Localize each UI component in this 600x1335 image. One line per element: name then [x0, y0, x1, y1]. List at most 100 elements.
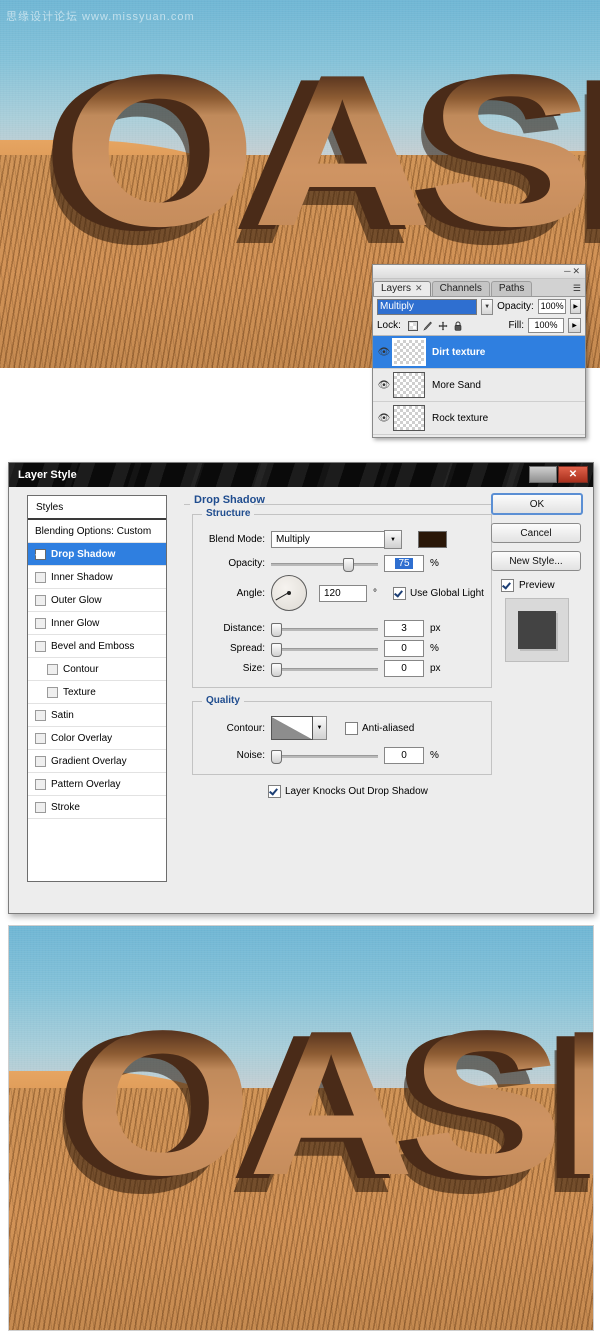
- distance-input[interactable]: 3: [384, 620, 424, 637]
- close-button[interactable]: ✕: [558, 466, 588, 483]
- layer-row-dirt-texture[interactable]: 👁 Dirt texture: [373, 336, 585, 369]
- style-item-stroke[interactable]: Stroke: [28, 796, 166, 819]
- checkbox-icon[interactable]: [35, 549, 46, 560]
- cancel-button[interactable]: Cancel: [491, 523, 581, 543]
- layers-panel-titlebar[interactable]: ─✕: [373, 265, 585, 279]
- tab-layers[interactable]: Layers✕: [373, 281, 431, 296]
- checkbox-icon[interactable]: [35, 733, 46, 744]
- dialog-title: Layer Style: [18, 469, 77, 481]
- checkbox-icon[interactable]: [268, 785, 281, 798]
- minimize-button[interactable]: [529, 466, 557, 483]
- noise-label: Noise:: [199, 750, 265, 761]
- layer-thumbnail[interactable]: [393, 339, 425, 365]
- chevron-down-icon[interactable]: ▼: [481, 299, 493, 315]
- style-item-label: Drop Shadow: [51, 549, 115, 560]
- blend-mode-row[interactable]: Multiply ▼ Opacity: 100% ▶: [373, 297, 585, 316]
- contour-picker[interactable]: ▼: [271, 716, 327, 740]
- eye-icon[interactable]: 👁: [375, 380, 393, 391]
- lock-image-pixels-icon[interactable]: [423, 321, 433, 331]
- layers-panel-tabs[interactable]: Layers✕ Channels Paths ☰: [373, 279, 585, 297]
- eye-icon[interactable]: 👁: [375, 413, 393, 424]
- lock-transparent-pixels-icon[interactable]: [408, 321, 418, 331]
- checkbox-icon[interactable]: [393, 587, 406, 600]
- ok-button[interactable]: OK: [491, 493, 583, 515]
- layer-style-dialog[interactable]: Layer Style ✕ Styles Blending Options: C…: [8, 462, 594, 914]
- style-item-drop-shadow[interactable]: Drop Shadow: [28, 543, 166, 566]
- eye-icon[interactable]: 👁: [375, 347, 393, 358]
- layers-panel[interactable]: ─✕ Layers✕ Channels Paths ☰ Multiply ▼ O…: [372, 264, 586, 438]
- angle-dial[interactable]: [271, 575, 307, 611]
- noise-input[interactable]: 0: [384, 747, 424, 764]
- blend-mode-select[interactable]: Multiply: [377, 299, 477, 315]
- panel-menu-icon[interactable]: ☰: [573, 283, 581, 294]
- layer-row-rock-texture[interactable]: 👁 Rock texture: [373, 402, 585, 435]
- tab-channels-label: Channels: [440, 283, 482, 294]
- style-item-outer-glow[interactable]: Outer Glow: [28, 589, 166, 612]
- chevron-down-icon[interactable]: ▼: [313, 716, 327, 740]
- lock-row[interactable]: Lock: Fill: 100% ▶: [373, 316, 585, 335]
- style-item-gradient-overlay[interactable]: Gradient Overlay: [28, 750, 166, 773]
- style-item-label: Pattern Overlay: [51, 779, 120, 790]
- new-style-button[interactable]: New Style...: [491, 551, 581, 571]
- checkbox-icon[interactable]: [35, 595, 46, 606]
- style-item-texture[interactable]: Texture: [28, 681, 166, 704]
- size-slider[interactable]: [271, 663, 378, 675]
- checkbox-icon[interactable]: [345, 722, 358, 735]
- distance-unit: px: [430, 623, 441, 634]
- style-item-pattern-overlay[interactable]: Pattern Overlay: [28, 773, 166, 796]
- checkbox-icon[interactable]: [35, 779, 46, 790]
- lock-all-icon[interactable]: [453, 321, 463, 331]
- angle-input[interactable]: 120: [319, 585, 367, 602]
- use-global-light-checkbox[interactable]: Use Global Light: [393, 587, 484, 600]
- layer-row-more-sand[interactable]: 👁 More Sand: [373, 369, 585, 402]
- checkbox-icon[interactable]: [35, 641, 46, 652]
- styles-list[interactable]: Styles Blending Options: Custom Drop Sha…: [27, 495, 167, 882]
- preview-checkbox[interactable]: Preview: [501, 579, 583, 592]
- contour-preview[interactable]: [271, 716, 313, 740]
- blend-mode-select[interactable]: Multiply ▼: [271, 530, 402, 549]
- spread-input[interactable]: 0: [384, 640, 424, 657]
- layer-thumbnail[interactable]: [393, 405, 425, 431]
- layer-knocks-out-checkbox[interactable]: Layer Knocks Out Drop Shadow: [268, 785, 428, 798]
- close-icon[interactable]: ✕: [415, 283, 423, 293]
- tab-paths[interactable]: Paths: [491, 281, 533, 296]
- opacity-input[interactable]: 100%: [538, 299, 567, 314]
- fill-spinner-icon[interactable]: ▶: [568, 318, 581, 333]
- chevron-down-icon[interactable]: ▼: [384, 530, 402, 549]
- style-item-contour[interactable]: Contour: [28, 658, 166, 681]
- spread-slider[interactable]: [271, 643, 378, 655]
- size-input[interactable]: 0: [384, 660, 424, 677]
- style-item-blending-options[interactable]: Blending Options: Custom: [28, 520, 166, 543]
- opacity-slider[interactable]: [271, 558, 378, 570]
- layer-thumbnail[interactable]: [393, 372, 425, 398]
- opacity-value: 75: [395, 558, 412, 569]
- dialog-titlebar[interactable]: Layer Style ✕: [9, 463, 593, 487]
- spread-unit: %: [430, 643, 439, 654]
- style-item-inner-shadow[interactable]: Inner Shadow: [28, 566, 166, 589]
- fill-input[interactable]: 100%: [528, 318, 564, 333]
- opacity-label: Opacity:: [497, 301, 534, 312]
- style-item-bevel-and-emboss[interactable]: Bevel and Emboss: [28, 635, 166, 658]
- checkbox-icon[interactable]: [35, 802, 46, 813]
- noise-slider[interactable]: [271, 750, 378, 762]
- checkbox-icon[interactable]: [47, 664, 58, 675]
- checkbox-icon[interactable]: [35, 756, 46, 767]
- distance-slider[interactable]: [271, 623, 378, 635]
- style-item-satin[interactable]: Satin: [28, 704, 166, 727]
- checkbox-icon[interactable]: [35, 710, 46, 721]
- checkbox-icon[interactable]: [35, 618, 46, 629]
- tab-channels[interactable]: Channels: [432, 281, 490, 296]
- style-item-inner-glow[interactable]: Inner Glow: [28, 612, 166, 635]
- shadow-color-swatch[interactable]: [418, 531, 447, 548]
- lock-position-icon[interactable]: [438, 321, 448, 331]
- opacity-spinner-icon[interactable]: ▶: [570, 299, 581, 314]
- checkbox-icon[interactable]: [501, 579, 514, 592]
- style-item-color-overlay[interactable]: Color Overlay: [28, 727, 166, 750]
- opacity-input[interactable]: 75: [384, 555, 424, 572]
- layers-list[interactable]: 👁 Dirt texture 👁 More Sand 👁 Rock textur…: [373, 335, 585, 435]
- layers-panel-window-buttons[interactable]: ─✕: [564, 266, 582, 276]
- anti-aliased-checkbox[interactable]: Anti-aliased: [345, 722, 414, 735]
- checkbox-icon[interactable]: [35, 572, 46, 583]
- checkbox-icon[interactable]: [47, 687, 58, 698]
- anti-aliased-label: Anti-aliased: [362, 723, 414, 734]
